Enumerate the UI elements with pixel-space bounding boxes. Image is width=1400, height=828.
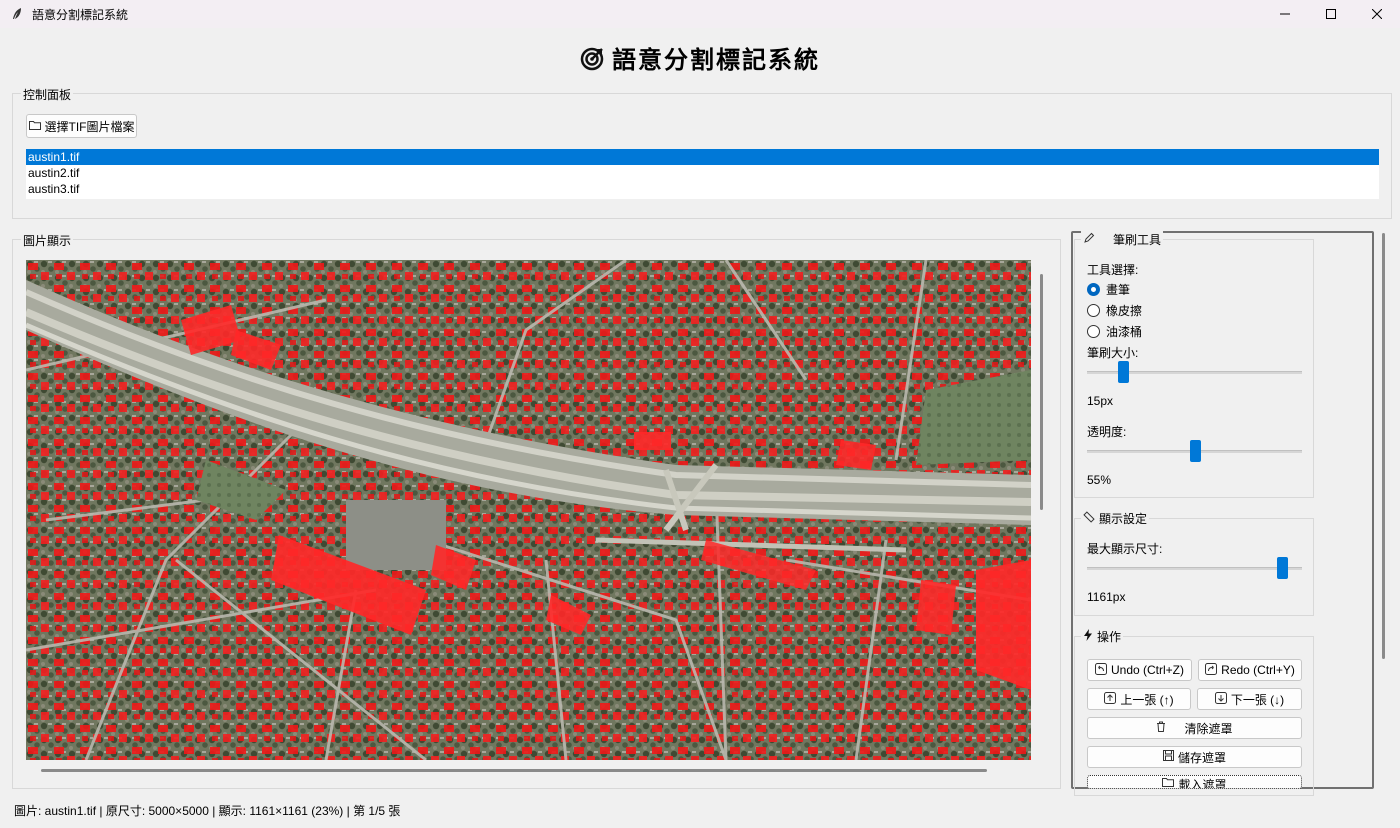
operations-group: 操作 Undo (Ctrl+Z) Redo (Ctrl+Y) 上一張 (↑) 下…: [1074, 628, 1314, 796]
slider-thumb[interactable]: [1189, 440, 1201, 462]
undo-label: Undo (Ctrl+Z): [1110, 663, 1184, 677]
save-mask-label: 儲存遮罩: [1177, 750, 1226, 765]
aerial-image: [26, 260, 1031, 760]
tool-radio-paint-bucket[interactable]: 油漆桶: [1087, 323, 1142, 340]
clear-mask-button[interactable]: 清除遮罩: [1087, 717, 1302, 739]
floppy-disk-icon: [1162, 750, 1174, 764]
target-icon: [580, 47, 604, 77]
display-settings-label-container: 顯示設定: [1081, 510, 1150, 527]
redo-icon: [1205, 662, 1218, 678]
minimize-icon: [1280, 13, 1290, 15]
brush-size-value: 15px: [1087, 394, 1114, 408]
lightning-icon: [1083, 629, 1093, 644]
slider-thumb[interactable]: [1276, 557, 1288, 579]
redo-button[interactable]: Redo (Ctrl+Y): [1198, 659, 1302, 681]
brush-size-slider[interactable]: [1087, 361, 1302, 383]
max-display-size-value: 1161px: [1087, 590, 1126, 604]
tool-radio-eraser[interactable]: 橡皮擦: [1087, 302, 1142, 319]
clear-mask-label: 清除遮罩: [1184, 721, 1233, 736]
window-controls: [1262, 0, 1400, 28]
window-titlebar: 語意分割標記系統: [0, 0, 1400, 28]
radio-indicator: [1087, 304, 1100, 317]
close-icon: [1372, 9, 1382, 19]
control-panel: 控制面板 選擇TIF圖片檔案 austin1.tif austin2.tif a…: [12, 86, 1392, 219]
image-panel-label: 圖片顯示: [21, 232, 74, 249]
tool-radio-label: 橡皮擦: [1106, 304, 1143, 318]
slider-thumb[interactable]: [1118, 361, 1130, 383]
file-list-item[interactable]: austin2.tif: [26, 165, 1379, 181]
tool-panel-scrollbar[interactable]: [1382, 233, 1385, 659]
feather-icon: [10, 7, 24, 21]
radio-indicator: [1087, 283, 1100, 296]
tool-select-label: 工具選擇:: [1087, 263, 1139, 277]
tool-radio-label: 油漆桶: [1106, 325, 1143, 339]
tool-radio-label: 畫筆: [1106, 283, 1131, 297]
image-horizontal-scrollbar[interactable]: [41, 769, 987, 772]
select-tif-file-button[interactable]: 選擇TIF圖片檔案: [26, 114, 137, 138]
display-settings-label: 顯示設定: [1099, 512, 1148, 526]
file-list[interactable]: austin1.tif austin2.tif austin3.tif: [26, 149, 1379, 199]
minimize-button[interactable]: [1262, 0, 1308, 28]
next-image-button[interactable]: 下一張 (↓): [1197, 688, 1302, 710]
opacity-label: 透明度:: [1087, 425, 1127, 439]
select-tif-file-label: 選擇TIF圖片檔案: [44, 119, 135, 134]
radio-indicator: [1087, 325, 1100, 338]
status-bar: 圖片: austin1.tif | 原尺寸: 5000×5000 | 顯示: 1…: [14, 804, 401, 818]
save-mask-button[interactable]: 儲存遮罩: [1087, 746, 1302, 768]
opacity-value: 55%: [1087, 473, 1112, 487]
maximize-icon: [1326, 9, 1336, 19]
control-panel-label: 控制面板: [21, 86, 74, 103]
ruler-icon: [1083, 511, 1095, 526]
brush-tools-label: 筆刷工具: [1113, 233, 1162, 247]
previous-image-label: 上一張 (↑): [1120, 692, 1174, 707]
tool-radio-brush[interactable]: 畫筆: [1087, 281, 1130, 298]
image-panel: 圖片顯示: [12, 232, 1061, 789]
slider-track: [1087, 567, 1302, 570]
close-button[interactable]: [1354, 0, 1400, 28]
next-image-label: 下一張 (↓): [1230, 692, 1285, 707]
maximize-button[interactable]: [1308, 0, 1354, 28]
folder-icon: [1162, 776, 1175, 788]
max-display-size-label: 最大顯示尺寸:: [1087, 542, 1163, 556]
image-canvas[interactable]: [26, 260, 1031, 760]
max-display-size-slider[interactable]: [1087, 557, 1302, 579]
opacity-slider[interactable]: [1087, 440, 1302, 462]
redo-label: Redo (Ctrl+Y): [1221, 663, 1295, 677]
brush-tools-label-container: 筆刷工具: [1081, 231, 1164, 248]
brush-tools-group: 筆刷工具 工具選擇: 畫筆 橡皮擦 油漆桶 筆刷大小: 15px 透明度: 55…: [1074, 231, 1314, 498]
undo-button[interactable]: Undo (Ctrl+Z): [1087, 659, 1192, 681]
display-settings-group: 顯示設定 最大顯示尺寸: 1161px: [1074, 510, 1314, 616]
arrow-up-icon: [1104, 691, 1117, 707]
window-title: 語意分割標記系統: [32, 7, 129, 22]
undo-icon: [1094, 662, 1107, 678]
arrow-down-icon: [1214, 691, 1227, 707]
page-title-container: 語意分割標記系統: [0, 40, 1400, 77]
load-mask-label: 載入遮罩: [1178, 778, 1227, 789]
pencil-icon: [1083, 232, 1095, 247]
operations-label-container: 操作: [1081, 628, 1124, 645]
image-vertical-scrollbar[interactable]: [1040, 274, 1043, 510]
load-mask-button[interactable]: 載入遮罩: [1087, 775, 1302, 789]
page-title: 語意分割標記系統: [612, 46, 820, 74]
folder-icon: [28, 119, 41, 133]
file-list-item[interactable]: austin3.tif: [26, 181, 1379, 197]
operations-label: 操作: [1097, 630, 1122, 644]
file-list-item[interactable]: austin1.tif: [26, 149, 1379, 165]
trash-icon: [1156, 721, 1166, 735]
previous-image-button[interactable]: 上一張 (↑): [1087, 688, 1191, 710]
brush-size-label: 筆刷大小:: [1087, 346, 1139, 360]
